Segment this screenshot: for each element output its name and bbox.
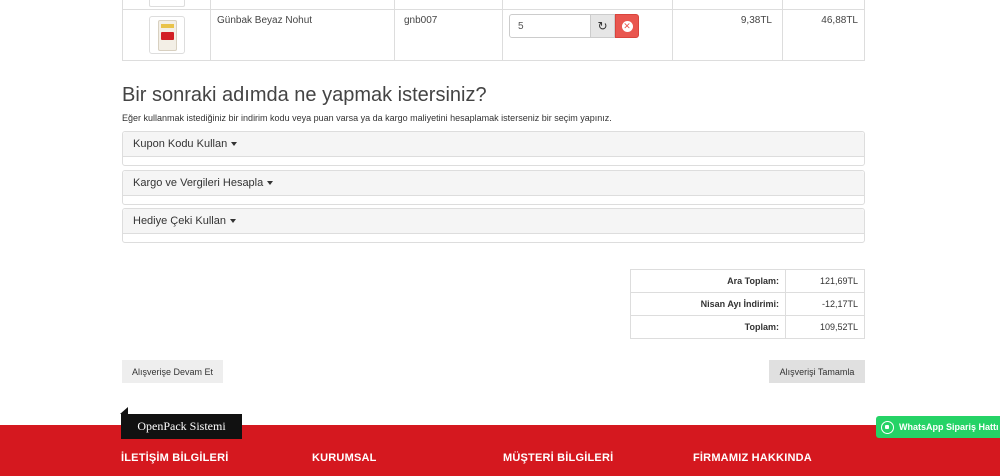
continue-shopping-button[interactable]: Alışverişe Devam Et bbox=[122, 360, 223, 383]
caret-down-icon bbox=[231, 142, 238, 147]
remove-item-button[interactable]: ✕ bbox=[615, 14, 639, 38]
footer-heading-corporate: KURUMSAL bbox=[312, 452, 377, 464]
table-row: Toplam: 109,52TL bbox=[630, 315, 865, 339]
shipping-panel: Kargo ve Vergileri Hesapla bbox=[122, 170, 865, 205]
footer-brand: OpenPack Sistemi bbox=[120, 407, 242, 439]
coupon-panel: Kupon Kodu Kullan bbox=[122, 131, 865, 166]
refresh-icon: ↻ bbox=[597, 19, 608, 33]
previous-cart-row bbox=[123, 0, 864, 10]
coupon-panel-title: Kupon Kodu Kullan bbox=[133, 138, 228, 150]
line-total: 46,88TL bbox=[821, 15, 858, 26]
discount-label: Nisan Ayı İndirimi: bbox=[630, 292, 786, 316]
checkout-button[interactable]: Alışverişi Tamamla bbox=[769, 360, 865, 383]
column-divider bbox=[782, 0, 783, 60]
quantity-group: ↻ ✕ bbox=[509, 14, 639, 38]
whatsapp-label: WhatsApp Sipariş Hattı bbox=[899, 422, 999, 432]
total-value: 109,52TL bbox=[785, 315, 865, 339]
discount-value: -12,17TL bbox=[785, 292, 865, 316]
product-code: gnb007 bbox=[404, 15, 438, 26]
close-icon: ✕ bbox=[621, 20, 633, 32]
table-row: Ara Toplam: 121,69TL bbox=[630, 269, 865, 293]
total-label: Toplam: bbox=[630, 315, 786, 339]
quantity-input[interactable] bbox=[509, 14, 591, 38]
product-thumbnail[interactable] bbox=[149, 16, 185, 54]
subtotal-value: 121,69TL bbox=[785, 269, 865, 293]
subtotal-label: Ara Toplam: bbox=[630, 269, 786, 293]
next-steps-intro: Eğer kullanmak istediğiniz bir indirim k… bbox=[122, 113, 612, 123]
table-row: Nisan Ayı İndirimi: -12,17TL bbox=[630, 292, 865, 316]
whatsapp-order-button[interactable]: WhatsApp Sipariş Hattı bbox=[876, 416, 1000, 438]
totals-table: Ara Toplam: 121,69TL Nisan Ayı İndirimi:… bbox=[630, 269, 865, 339]
footer-heading-customer: MÜŞTERİ BİLGİLERİ bbox=[503, 452, 614, 464]
column-divider bbox=[210, 0, 211, 60]
gift-voucher-panel-toggle[interactable]: Hediye Çeki Kullan bbox=[123, 209, 864, 234]
update-quantity-button[interactable]: ↻ bbox=[591, 14, 615, 38]
product-image bbox=[158, 20, 177, 51]
gift-voucher-panel: Hediye Çeki Kullan bbox=[122, 208, 865, 243]
whatsapp-icon bbox=[881, 420, 894, 434]
unit-price: 9,38TL bbox=[740, 15, 772, 26]
column-divider bbox=[672, 0, 673, 60]
shipping-panel-title: Kargo ve Vergileri Hesapla bbox=[133, 177, 264, 189]
cart-table: Günbak Beyaz Nohut gnb007 ↻ ✕ 9,38TL 46,… bbox=[122, 0, 865, 61]
footer-heading-about: FİRMAMIZ HAKKINDA bbox=[693, 452, 812, 464]
product-name-link[interactable]: Günbak Beyaz Nohut bbox=[217, 15, 312, 26]
caret-down-icon bbox=[267, 181, 274, 186]
next-steps-heading: Bir sonraki adımda ne yapmak istersiniz? bbox=[122, 84, 487, 106]
coupon-panel-toggle[interactable]: Kupon Kodu Kullan bbox=[123, 132, 864, 157]
footer-heading-contact: İLETİŞİM BİLGİLERİ bbox=[121, 452, 229, 464]
column-divider bbox=[394, 0, 395, 60]
column-divider bbox=[502, 0, 503, 60]
previous-product-thumbnail[interactable] bbox=[149, 0, 185, 7]
gift-voucher-panel-title: Hediye Çeki Kullan bbox=[133, 215, 226, 227]
caret-down-icon bbox=[229, 219, 236, 224]
shipping-panel-toggle[interactable]: Kargo ve Vergileri Hesapla bbox=[123, 171, 864, 196]
